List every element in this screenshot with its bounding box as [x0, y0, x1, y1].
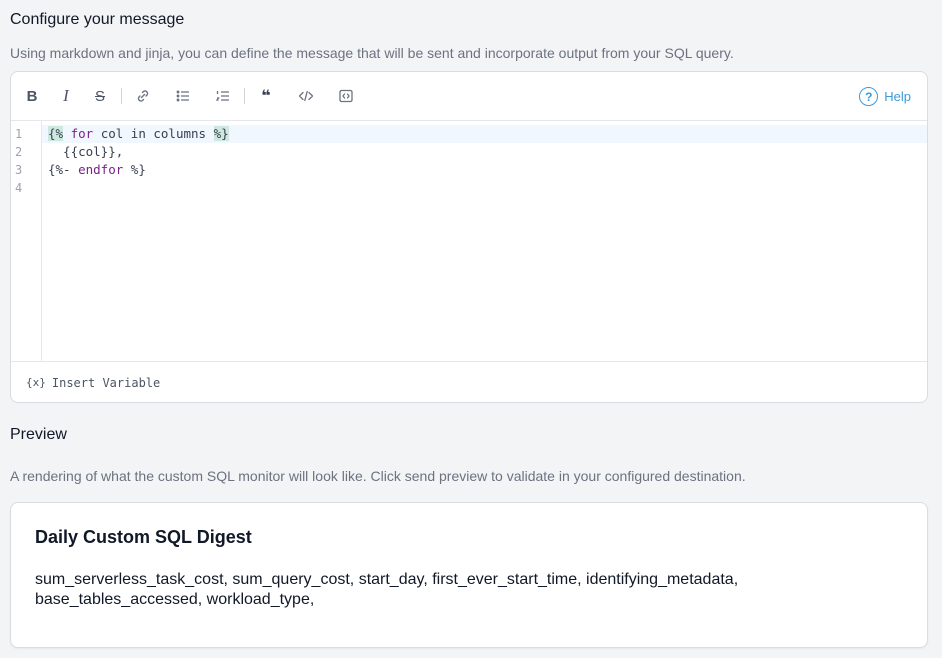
code-text: {{col}},: [48, 144, 124, 159]
code-lines[interactable]: {% for col in columns %} {{col}}, {%- en…: [42, 121, 927, 361]
code-text: col in columns: [93, 126, 214, 141]
strikethrough-button[interactable]: S: [91, 87, 109, 105]
numbered-list-button[interactable]: [214, 87, 232, 105]
configure-description: Using markdown and jinja, you can define…: [10, 45, 734, 61]
preview-card: Daily Custom SQL Digest sum_serverless_t…: [10, 502, 928, 648]
help-button[interactable]: ? Help: [859, 87, 911, 106]
help-label: Help: [884, 89, 911, 104]
code-editor[interactable]: 1 2 3 4 {% for col in columns %} {{col}}…: [11, 121, 927, 361]
preview-card-body: sum_serverless_task_cost, sum_query_cost…: [35, 571, 739, 608]
code-icon: [298, 90, 314, 102]
preview-description: A rendering of what the custom SQL monit…: [10, 468, 746, 484]
italic-button[interactable]: I: [57, 86, 75, 105]
variable-icon: {x}: [26, 376, 46, 389]
editor-toolbar: B I S ❝ ? Help: [11, 72, 927, 121]
message-editor: B I S ❝ ? Help 1 2 3 4 {% for col in col…: [10, 71, 928, 403]
link-icon: [137, 90, 149, 102]
jinja-keyword: endfor: [78, 162, 124, 177]
bullet-list-icon: [176, 90, 189, 102]
jinja-keyword: for: [70, 126, 94, 141]
jinja-close-tag: %}: [213, 126, 229, 141]
toolbar-divider: [244, 88, 245, 104]
bullet-list-button[interactable]: [174, 87, 192, 105]
line-number: 1: [15, 127, 23, 141]
line-number: 4: [15, 181, 23, 195]
bold-button[interactable]: B: [23, 87, 41, 105]
code-line[interactable]: {% for col in columns %}: [42, 125, 927, 143]
link-button[interactable]: [134, 87, 152, 105]
configure-title: Configure your message: [10, 11, 185, 28]
code-block-button[interactable]: [337, 87, 355, 105]
line-number: 2: [15, 145, 23, 159]
preview-title: Preview: [10, 426, 67, 443]
numbered-list-icon: [215, 91, 229, 101]
help-icon: ?: [859, 87, 879, 106]
jinja-open-tag: {%: [48, 126, 64, 141]
preview-card-title: Daily Custom SQL Digest: [35, 527, 252, 547]
page: Configure your message Using markdown an…: [0, 0, 942, 658]
toolbar-divider: [121, 88, 122, 104]
code-line[interactable]: [42, 179, 927, 197]
line-number: 3: [15, 163, 23, 177]
code-line[interactable]: {{col}},: [42, 143, 927, 161]
code-button[interactable]: [297, 87, 315, 105]
line-number-gutter: 1 2 3 4: [11, 121, 42, 361]
jinja-close-tag: %}: [130, 162, 146, 177]
code-block-icon: [339, 89, 353, 103]
code-line[interactable]: {%- endfor %}: [42, 161, 927, 179]
insert-variable-button[interactable]: {x} Insert Variable: [11, 361, 927, 402]
insert-variable-label: Insert Variable: [51, 375, 161, 390]
jinja-open-tag: {%-: [48, 162, 71, 177]
quote-button[interactable]: ❝: [257, 87, 275, 105]
